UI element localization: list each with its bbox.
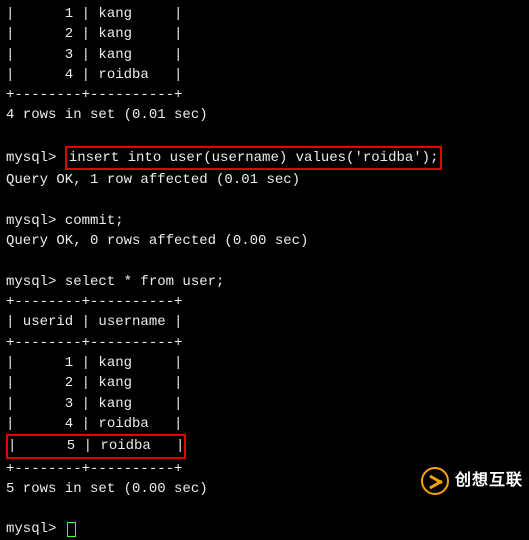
watermark: 创想互联 bbox=[421, 467, 523, 495]
query-result: Query OK, 0 rows affected (0.00 sec) bbox=[6, 231, 523, 251]
table-border: +--------+----------+ bbox=[6, 292, 523, 312]
command-line: mysql> select * from user; bbox=[6, 272, 523, 292]
table-row: | 4 | roidba | bbox=[6, 414, 523, 434]
commit-stmt: commit; bbox=[65, 213, 124, 229]
table-row: | 3 | kang | bbox=[6, 394, 523, 414]
table-row: | 3 | kang | bbox=[6, 45, 523, 65]
table-border: +--------+----------+ bbox=[6, 85, 523, 105]
select-stmt: select * from user; bbox=[65, 274, 225, 290]
prompt: mysql> bbox=[6, 519, 65, 539]
table-row: | 2 | kang | bbox=[6, 373, 523, 393]
cursor-icon bbox=[67, 522, 76, 537]
highlighted-insert-stmt: insert into user(username) values('roidb… bbox=[65, 146, 443, 170]
table-row: | 1 | kang | bbox=[6, 4, 523, 24]
prompt: mysql> bbox=[6, 213, 65, 229]
active-prompt-line[interactable]: mysql> bbox=[6, 519, 523, 539]
command-line: mysql> commit; bbox=[6, 211, 523, 231]
table-border: +--------+----------+ bbox=[6, 333, 523, 353]
prompt: mysql> bbox=[6, 274, 65, 290]
highlighted-table-row: | 5 | roidba | bbox=[6, 434, 186, 458]
watermark-text: 创想互联 bbox=[455, 469, 523, 492]
query-result: Query OK, 1 row affected (0.01 sec) bbox=[6, 170, 523, 190]
table-header: | userid | username | bbox=[6, 312, 523, 332]
table-row: | 1 | kang | bbox=[6, 353, 523, 373]
table-row: | 2 | kang | bbox=[6, 24, 523, 44]
terminal-output: | 1 | kang | | 2 | kang | | 3 | kang | |… bbox=[6, 4, 523, 540]
table-row: | 4 | roidba | bbox=[6, 65, 523, 85]
watermark-logo-icon bbox=[421, 467, 449, 495]
command-line: mysql> insert into user(username) values… bbox=[6, 146, 523, 170]
prompt: mysql> bbox=[6, 148, 65, 168]
result-summary: 4 rows in set (0.01 sec) bbox=[6, 105, 523, 125]
